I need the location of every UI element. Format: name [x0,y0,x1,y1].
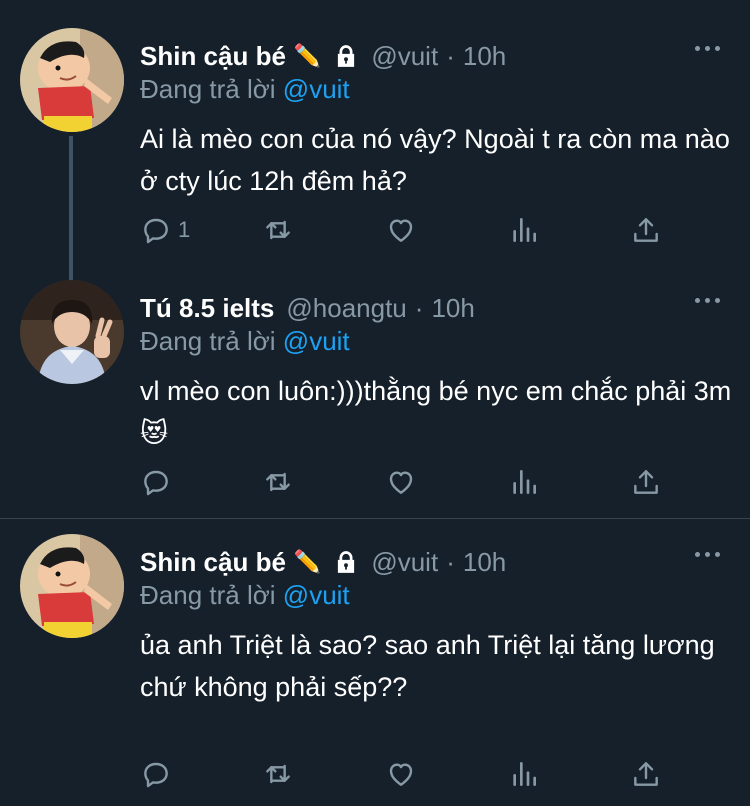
analytics-button[interactable] [508,464,540,500]
tweet-actions [140,464,670,500]
more-options-icon[interactable] [695,46,720,51]
replying-to-label: Đang trả lời [140,326,276,356]
analytics-icon [513,218,536,242]
retweet-button[interactable] [262,212,294,248]
user-handle[interactable]: @vuit [371,547,438,578]
user-handle[interactable]: @hoangtu [286,293,406,324]
tweet-header: Shin cậu bé ✏️ @vuit · 10h [140,542,506,582]
avatar[interactable] [20,28,124,132]
lock-icon [333,43,359,69]
heart-icon [389,763,413,786]
lock-icon [333,549,359,575]
retweet-icon [266,220,290,240]
replying-to: Đang trả lời @vuit [140,580,350,611]
reply-button[interactable] [140,464,178,500]
tweet-text: ủa anh Triệt là sao? sao anh Triệt lại t… [140,630,715,702]
display-name[interactable]: Shin cậu bé [140,547,286,578]
reply-button[interactable] [140,756,178,792]
reply-icon [144,470,168,496]
separator-dot: · [446,546,455,577]
user-handle[interactable]: @vuit [371,41,438,72]
share-button[interactable] [630,756,662,792]
reply-icon [144,762,168,788]
tweet-header: Tú 8.5 ielts @hoangtu · 10h [140,288,475,328]
share-icon [634,762,658,786]
retweet-icon [266,764,290,784]
like-button[interactable] [385,464,417,500]
like-button[interactable] [385,212,417,248]
display-name[interactable]: Tú 8.5 ielts [140,293,274,324]
heart-icon [389,219,413,242]
share-icon [634,218,658,242]
mention-link[interactable]: @vuit [283,326,350,356]
share-button[interactable] [630,212,662,248]
share-button[interactable] [630,464,662,500]
tweet-actions [140,756,670,792]
replying-to-label: Đang trả lời [140,74,276,104]
tweet[interactable]: Shin cậu bé ✏️ @vuit · 10h Đang trả lời … [0,0,750,284]
mention-link[interactable]: @vuit [283,580,350,610]
like-button[interactable] [385,756,417,792]
retweet-button[interactable] [262,464,294,500]
more-options-icon[interactable] [695,552,720,557]
display-name[interactable]: Shin cậu bé [140,41,286,72]
separator-dot: · [414,292,424,323]
timestamp[interactable]: 10h [431,293,474,324]
tweet-header: Shin cậu bé ✏️ @vuit · 10h [140,36,506,76]
share-icon [634,470,658,494]
pencil-emoji: ✏️ [293,549,322,574]
avatar[interactable] [20,280,124,384]
mention-link[interactable]: @vuit [283,74,350,104]
reply-button[interactable]: 1 [140,212,190,248]
analytics-button[interactable] [508,756,540,792]
heart-icon [389,471,413,494]
timestamp[interactable]: 10h [463,41,506,72]
more-options-icon[interactable] [695,298,720,303]
analytics-icon [513,470,536,494]
analytics-icon [513,762,536,786]
tweet[interactable]: Shin cậu bé ✏️ @vuit · 10h Đang trả lời … [0,506,750,806]
reply-count: 1 [178,217,191,242]
retweet-icon [266,472,290,492]
analytics-button[interactable] [508,212,540,248]
timestamp[interactable]: 10h [463,547,506,578]
replying-to: Đang trả lời @vuit [140,326,350,357]
separator-dot: · [446,40,455,71]
tweet-text: Ai là mèo con của nó vậy? Ngoài t ra còn… [140,124,730,196]
tweet[interactable]: Tú 8.5 ielts @hoangtu · 10h Đang trả lời… [0,252,750,514]
replying-to: Đang trả lời @vuit [140,74,350,105]
tweet-actions: 1 [140,212,670,248]
reply-icon [144,218,168,244]
replying-to-label: Đang trả lời [140,580,276,610]
pencil-emoji: ✏️ [293,43,322,68]
tweet-text: vl mèo con luôn:)))thằng bé nyc em chắc … [140,376,732,448]
avatar[interactable] [20,534,124,638]
retweet-button[interactable] [262,756,294,792]
